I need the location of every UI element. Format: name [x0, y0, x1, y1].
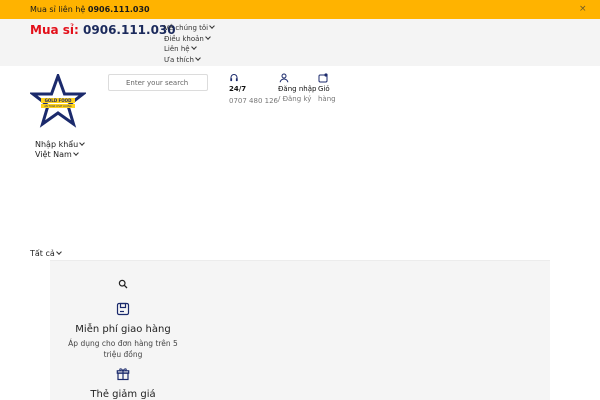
chevron-down-icon	[205, 33, 211, 40]
hotline-number[interactable]: 0906.111.030	[83, 23, 176, 37]
chevron-down-icon	[72, 150, 79, 156]
chevron-down-icon	[209, 23, 215, 29]
close-icon[interactable]: ×	[579, 4, 587, 14]
search-icon[interactable]	[118, 279, 128, 289]
gift-icon	[116, 368, 130, 381]
announcement-bar: Mua sỉ liên hệ 0906.111.030 ×	[0, 0, 600, 19]
user-icon	[279, 73, 289, 83]
nav-item-terms-label: Điều khoản	[164, 34, 204, 43]
announcement-prefix: Mua sỉ liên hệ	[30, 5, 86, 14]
chevron-down-icon	[190, 44, 197, 50]
nav-item-about-label: Về chúng tôi	[164, 24, 209, 32]
announcement-phone[interactable]: 0906.111.030	[88, 5, 150, 14]
search-placeholder: Enter your search	[126, 79, 189, 87]
nav-item-contact[interactable]: Liên hệ	[164, 44, 214, 55]
nav-item-favorites-label: Ưa thích	[164, 55, 194, 64]
feature-title-shipping: Miễn phí giao hàng	[75, 324, 171, 335]
nav-item-terms[interactable]: Điều khoản	[164, 33, 214, 45]
headset-icon	[230, 74, 238, 82]
category-label: Tất cả	[30, 249, 55, 258]
logo-text: GOLD FOOD	[45, 98, 72, 103]
cart-icon	[318, 73, 328, 83]
nav-item-contact-label: Liên hệ	[164, 45, 190, 53]
feature-title-voucher: Thẻ giảm giá	[90, 389, 156, 400]
origin-selector[interactable]: Nhập khẩu Việt Nam	[35, 140, 86, 160]
hotline-label: Mua sỉ:	[30, 23, 79, 37]
support-block[interactable]: 24/7 0707 480 126	[229, 73, 278, 105]
header-bar: Mua sỉ: 0906.111.030 Về chúng tôi Điều k…	[0, 19, 600, 66]
chevron-down-icon	[55, 249, 62, 255]
support-label: 24/7	[229, 85, 247, 93]
origin-line-2: Việt Nam	[35, 150, 84, 160]
star-logo-icon: GOLD FOOD AN TOAN CHAT LUONG	[28, 71, 88, 128]
shipping-box-icon	[116, 302, 130, 316]
origin-line-2-label: Việt Nam	[35, 150, 72, 159]
chevron-down-icon	[195, 54, 201, 61]
category-select[interactable]: Tất cả	[30, 249, 62, 258]
site-logo[interactable]: GOLD FOOD AN TOAN CHAT LUONG	[28, 71, 88, 130]
support-phone[interactable]: 0707 480 126	[229, 97, 278, 105]
announcement-text: Mua sỉ liên hệ 0906.111.030	[30, 5, 150, 14]
login-link[interactable]: Đăng nhập	[278, 85, 316, 93]
search-input[interactable]: Enter your search	[108, 74, 208, 91]
nav-item-favorites[interactable]: Ưa thích	[164, 54, 214, 66]
logo-subtext: AN TOAN CHAT LUONG	[44, 105, 71, 108]
hotline[interactable]: Mua sỉ: 0906.111.030	[30, 23, 176, 37]
register-link[interactable]: / Đăng ký	[278, 95, 316, 103]
origin-line-1-label: Nhập khẩu	[35, 140, 79, 149]
cart-label-1: Giỏ	[318, 85, 330, 93]
account-block[interactable]: Đăng nhập / Đăng ký	[278, 73, 316, 103]
cart-block[interactable]: Giỏ hàng	[318, 73, 336, 103]
cart-label-2: hàng	[318, 95, 336, 103]
chevron-down-icon	[79, 140, 86, 146]
origin-line-1: Nhập khẩu	[35, 140, 86, 150]
top-nav: Về chúng tôi Điều khoản Liên hệ Ưa thích	[164, 23, 215, 66]
features-panel: Miễn phí giao hàng Áp dụng cho đơn hàng …	[50, 260, 550, 400]
feature-desc-shipping: Áp dụng cho đơn hàng trên 5 triệu đồng	[68, 339, 178, 359]
nav-item-about[interactable]: Về chúng tôi	[164, 23, 215, 34]
